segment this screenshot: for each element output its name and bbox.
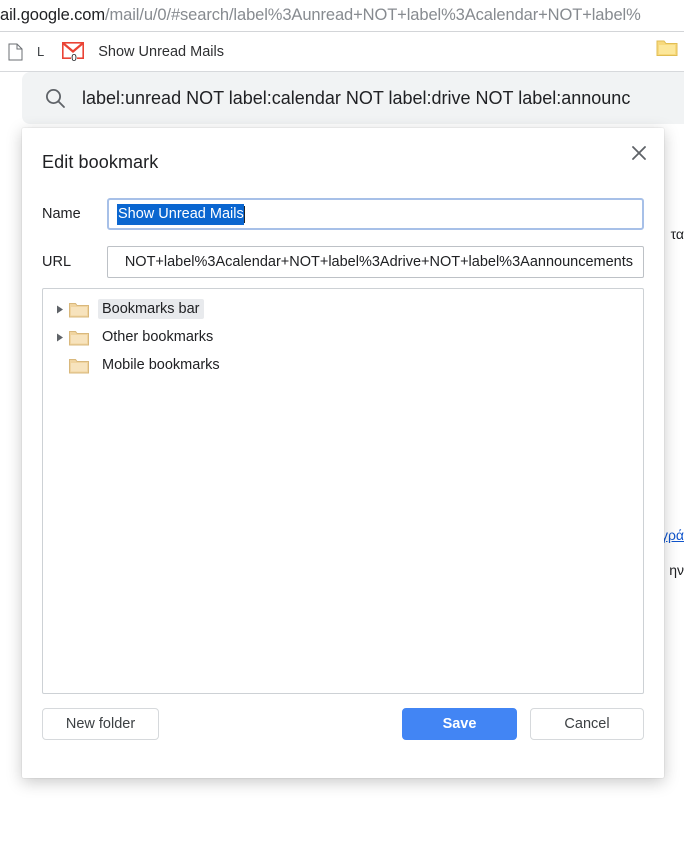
name-field-row: Name Show Unread Mails [42,198,644,230]
gmail-unread-badge: 0 [71,52,77,64]
tree-item-label: Mobile bookmarks [102,357,220,373]
bookmark-letter-label: L [37,44,45,59]
omnibox-url-text[interactable]: ail.google.com/mail/u/0/#search/label%3A… [0,0,641,31]
url-field-label: URL [42,254,72,270]
url-field-row: URL [42,246,644,278]
edit-bookmark-dialog: Edit bookmark Name Show Unread Mails URL… [22,128,664,778]
bookmarks-bar: L 0 Show Unread Mails [0,32,684,71]
omnibox-host: ail.google.com [0,6,105,24]
omnibox-path: /mail/u/0/#search/label%3Aunread+NOT+lab… [105,6,641,24]
omnibox[interactable]: ail.google.com/mail/u/0/#search/label%3A… [0,0,684,31]
close-icon[interactable] [624,138,654,168]
cancel-button[interactable]: Cancel [530,708,644,740]
tree-item-other-bookmarks[interactable]: Other bookmarks [43,323,643,351]
new-folder-button[interactable]: New folder [42,708,159,740]
search-icon[interactable] [42,85,68,111]
tree-item-label: Other bookmarks [102,329,214,345]
tree-item-mobile-bookmarks[interactable]: Mobile bookmarks [43,351,643,379]
bookmarks-bar-folder-icon[interactable] [656,38,678,58]
folder-tree[interactable]: Bookmarks bar Other bookmarks Mobile boo… [42,288,644,694]
dialog-title: Edit bookmark [42,152,159,172]
gmail-search-bar[interactable]: label:unread NOT label:calendar NOT labe… [22,72,684,124]
name-input[interactable]: Show Unread Mails [107,198,644,230]
bookmark-label: Show Unread Mails [98,43,224,60]
name-field-label: Name [42,206,81,222]
tree-item-bookmarks-bar[interactable]: Bookmarks bar [43,295,643,323]
page-text-fragment-in: ην [669,562,684,578]
tree-item-label: Bookmarks bar [98,299,204,319]
gmail-icon: 0 [61,40,85,64]
save-button[interactable]: Save [402,708,517,740]
chevron-right-icon[interactable] [51,333,69,342]
document-icon [8,43,23,61]
browser-chrome: ail.google.com/mail/u/0/#search/label%3A… [0,0,684,72]
dialog-footer: New folder Save Cancel [22,694,664,778]
folder-icon [69,329,89,346]
folder-icon [69,301,89,318]
text-caret [243,205,245,223]
page-text-fragment-ta: τα [670,226,684,242]
name-input-value: Show Unread Mails [117,203,244,225]
bookmark-item-show-unread-mails[interactable]: L 0 Show Unread Mails [2,38,230,66]
folder-icon [69,357,89,374]
gmail-search-query[interactable]: label:unread NOT label:calendar NOT labe… [82,88,630,109]
page-link-fragment[interactable]: γρά [661,527,684,543]
url-input[interactable] [107,246,644,278]
chevron-right-icon[interactable] [51,305,69,314]
